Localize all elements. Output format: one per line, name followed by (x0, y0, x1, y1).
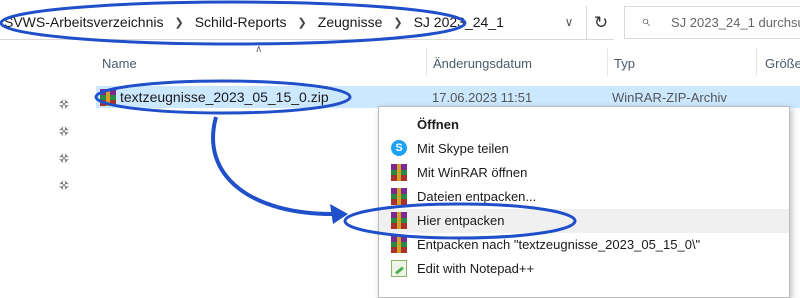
sort-caret-icon: ∧ (255, 44, 263, 55)
pin-icon: ✠ (55, 124, 71, 140)
pin-icon: ✠ (55, 151, 71, 167)
chevron-right-icon[interactable]: ❯ (393, 16, 402, 29)
file-type: WinRAR-ZIP-Archiv (612, 90, 727, 105)
notepad-plus-plus-icon (391, 260, 407, 277)
context-menu: Öffnen S Mit Skype teilen Mit WinRAR öff… (378, 106, 790, 298)
column-divider[interactable] (426, 48, 427, 76)
search-input[interactable]: ⌕ SJ 2023_24_1 durchsu (624, 6, 800, 39)
breadcrumb-item[interactable]: SVWS-Arbeitsverzeichnis (4, 14, 164, 30)
file-name: textzeugnisse_2023_05_15_0.zip (120, 89, 329, 105)
menu-item-label: Mit Skype teilen (417, 141, 509, 156)
annotation-arrow (211, 116, 337, 217)
menu-item-extract-here[interactable]: Hier entpacken (379, 209, 789, 233)
column-divider[interactable] (607, 48, 608, 76)
menu-item-open-winrar[interactable]: Mit WinRAR öffnen (379, 161, 789, 185)
pin-icon: ✠ (55, 97, 71, 113)
menu-item-edit-notepadpp[interactable]: Edit with Notepad++ (379, 257, 789, 281)
winrar-icon (391, 164, 407, 181)
menu-item-extract-files[interactable]: Dateien entpacken... (379, 185, 789, 209)
breadcrumb-item[interactable]: Schild-Reports (195, 14, 287, 30)
column-header-name[interactable]: Name (102, 56, 137, 71)
menu-item-label: Edit with Notepad++ (417, 261, 535, 276)
column-header-type[interactable]: Typ (614, 56, 635, 71)
search-placeholder: SJ 2023_24_1 durchsu (671, 15, 800, 30)
winrar-icon (391, 212, 407, 229)
winrar-icon (391, 236, 407, 253)
search-icon: ⌕ (641, 13, 650, 30)
column-header-size[interactable]: Größe (765, 56, 800, 71)
menu-item-extract-to-folder[interactable]: Entpacken nach "textzeugnisse_2023_05_15… (379, 233, 789, 257)
chevron-down-icon[interactable]: ∨ (558, 11, 580, 33)
column-header-date[interactable]: Änderungsdatum (433, 56, 532, 71)
file-row[interactable]: textzeugnisse_2023_05_15_0.zip 17.06.202… (96, 86, 800, 108)
address-bar[interactable]: SVWS-Arbeitsverzeichnis ❯ Schild-Reports… (0, 6, 614, 40)
skype-icon: S (391, 140, 407, 157)
chevron-right-icon[interactable]: ❯ (175, 16, 184, 29)
menu-item-label: Entpacken nach "textzeugnisse_2023_05_15… (417, 237, 701, 252)
menu-item-label: Dateien entpacken... (417, 189, 537, 204)
winrar-icon (100, 89, 116, 106)
menu-item-label: Hier entpacken (417, 213, 505, 228)
menu-item-share-skype[interactable]: S Mit Skype teilen (379, 137, 789, 161)
menu-item-label: Mit WinRAR öffnen (417, 165, 528, 180)
column-divider[interactable] (756, 48, 757, 76)
breadcrumb: SVWS-Arbeitsverzeichnis ❯ Schild-Reports… (4, 14, 504, 30)
pin-icon: ✠ (55, 178, 71, 194)
file-date: 17.06.2023 11:51 (432, 90, 533, 105)
chevron-right-icon[interactable]: ❯ (298, 16, 307, 29)
breadcrumb-item[interactable]: Zeugnisse (318, 14, 383, 30)
winrar-icon (391, 188, 407, 205)
annotation-arrowhead (330, 204, 348, 224)
breadcrumb-item[interactable]: SJ 2023_24_1 (414, 14, 504, 30)
refresh-icon[interactable]: ↻ (586, 6, 615, 39)
menu-item-open[interactable]: Öffnen (379, 113, 789, 137)
menu-item-label: Öffnen (417, 117, 459, 132)
